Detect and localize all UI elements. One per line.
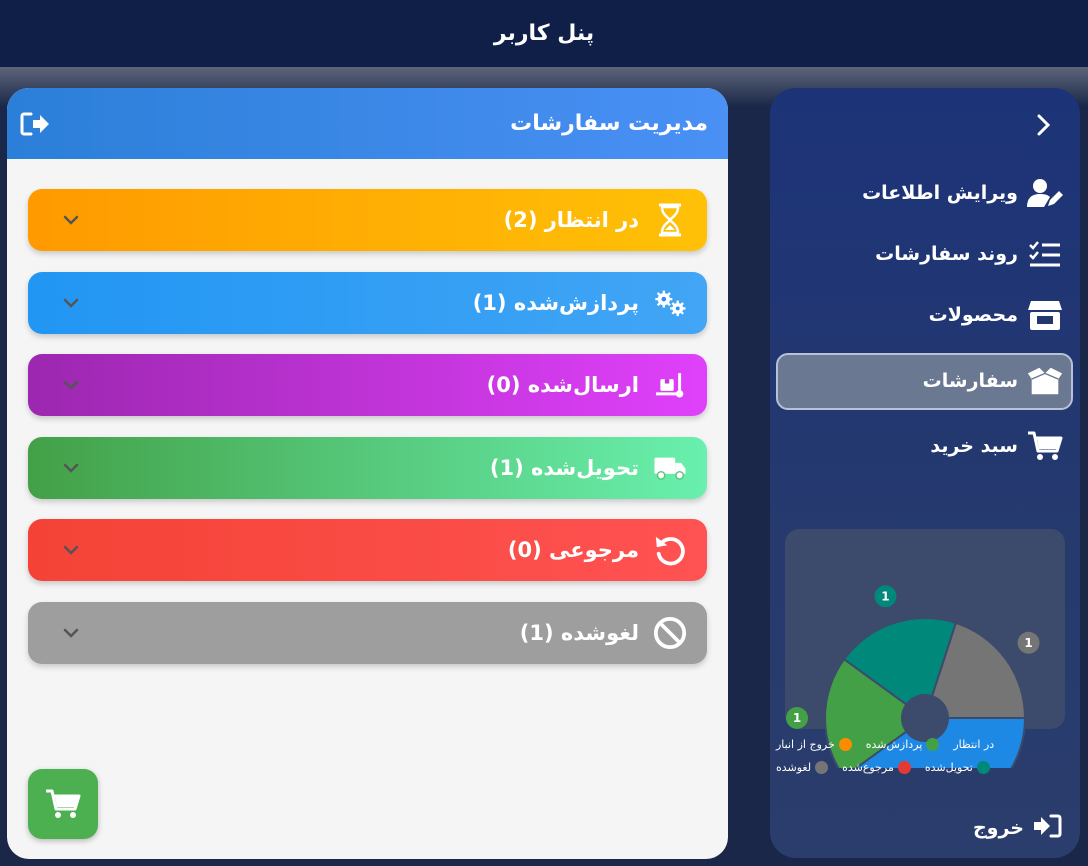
page-title: مدیریت سفارشات [510,111,708,136]
sign-out-icon [1032,812,1064,845]
status-label: پردازش‌شده (1) [472,290,639,315]
chart-legend: در انتظار پردازش‌شده خروج از انبار تحویل‌شد… [776,738,1066,774]
status-row-pending[interactable]: در انتظار (2) [28,189,707,251]
chevron-down-icon [62,458,82,478]
cart-icon [1026,429,1064,463]
legend-label: خروج از انبار [776,738,835,751]
chevron-down-icon [62,623,82,643]
status-row-canceled[interactable]: لغوشده (1) [28,601,707,664]
chevron-right-icon[interactable] [1032,112,1056,138]
status-list: در انتظار (2) پردازش‌شده (1) ا [28,189,707,684]
slice-value-label: 1 [1024,636,1032,650]
sidebar-item-label: محصولات [928,304,1018,326]
user-edit-icon [1026,176,1064,210]
legend-label: لغوشده [776,761,812,774]
orders-panel-header: مدیریت سفارشات [7,88,728,159]
hourglass-icon [653,203,687,237]
store-icon [1026,298,1064,332]
chevron-down-icon [62,210,82,230]
sidebar-item-logout[interactable]: خروج [973,810,1064,846]
sidebar: ویرایش اطلاعات روند سفارشات محصولات سفار… [770,88,1080,858]
legend-item[interactable]: لغوشده [776,761,829,774]
legend-swatch [897,761,911,774]
legend-item[interactable]: در انتظار [953,738,1012,751]
sidebar-item-cart[interactable]: سبد خرید [930,423,1064,469]
status-label: لغوشده (1) [519,620,639,645]
legend-item[interactable]: مرجوع‌شده [842,761,911,774]
chevron-down-icon [62,375,82,395]
pie-center-hole [901,694,949,742]
legend-label: مرجوع‌شده [842,761,894,774]
legend-swatch [815,761,829,774]
sidebar-item-label: ویرایش اطلاعات [862,182,1018,204]
status-row-returned[interactable]: مرجوعی (0) [28,519,707,581]
status-row-delivered[interactable]: تحویل‌شده (1) [28,436,707,499]
legend-swatch [976,761,990,774]
slice-value-label: 1 [881,589,889,603]
status-row-shipped[interactable]: ارسال‌شده (0) [28,354,707,416]
order-status-pie-chart: 2111 [786,585,1040,768]
sidebar-item-edit-profile[interactable]: ویرایش اطلاعات [862,170,1064,216]
legend-label: در انتظار [953,738,995,751]
legend-swatch [838,738,852,751]
sidebar-item-orders[interactable]: سفارشات [923,358,1064,404]
sign-out-icon[interactable] [19,109,53,139]
legend-item[interactable]: تحویل‌شده [925,761,990,774]
cart-icon [46,789,81,818]
legend-swatch [926,738,940,751]
cart-fab-button[interactable] [28,769,98,839]
undo-icon [653,533,687,567]
sidebar-item-products[interactable]: محصولات [929,292,1064,338]
legend-swatch [998,738,1012,751]
box-open-icon [1026,364,1064,398]
sidebar-item-label: روند سفارشات [875,243,1018,265]
status-label: ارسال‌شده (0) [486,373,639,397]
legend-item[interactable]: خروج از انبار [776,738,852,751]
dolly-icon [653,368,687,402]
status-label: در انتظار (2) [503,208,639,232]
app-title: پنل کاربر [493,21,595,46]
sidebar-item-order-process[interactable]: روند سفارشات [875,231,1064,277]
legend-item[interactable]: پردازش‌شده [866,738,940,751]
truck-icon [653,451,687,485]
chevron-down-icon [62,540,82,560]
gears-icon [653,286,687,320]
status-label: مرجوعی (0) [507,538,639,562]
legend-label: پردازش‌شده [865,738,923,751]
orders-panel: مدیریت سفارشات در انتظار (2) پردازش‌ [7,88,728,859]
app-header: پنل کاربر [0,0,1088,67]
sidebar-item-label: سفارشات [922,370,1018,392]
sidebar-item-label: خروج [972,817,1024,839]
sidebar-item-label: سبد خرید [930,435,1018,457]
legend-label: تحویل‌شده [924,761,973,774]
chevron-down-icon [62,293,82,313]
status-row-processed[interactable]: پردازش‌شده (1) [28,271,707,334]
list-check-icon [1026,237,1064,271]
ban-icon [653,616,687,650]
slice-value-label: 1 [793,711,801,725]
status-label: تحویل‌شده (1) [489,455,639,480]
